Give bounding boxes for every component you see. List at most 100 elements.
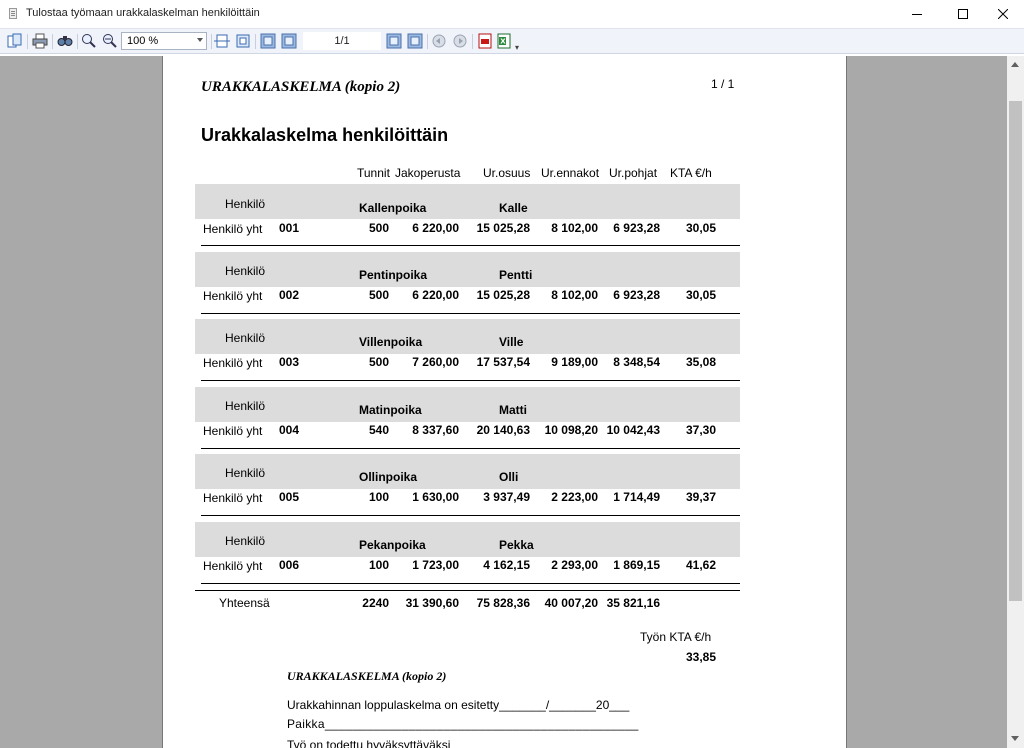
person-urosuus: 20 140,63 bbox=[476, 423, 530, 437]
scroll-thumb[interactable] bbox=[1009, 101, 1022, 601]
person-id: 002 bbox=[279, 288, 300, 302]
person-first-name: Matti bbox=[499, 403, 527, 417]
person-urpohjat: 6 923,28 bbox=[613, 221, 660, 235]
footer-line-3: Työ on todettu hyväksyttäväksi bbox=[287, 738, 451, 748]
henkilo-yht-label: Henkilö yht bbox=[203, 559, 263, 573]
footer-line-1: Urakkahinnan loppulaskelma on esitetty__… bbox=[287, 698, 630, 712]
person-jakoperusta: 7 260,00 bbox=[412, 355, 459, 369]
totals-tunnit: 2240 bbox=[362, 596, 389, 610]
person-last-name: Pekanpoika bbox=[359, 538, 426, 552]
person-tunnit: 540 bbox=[368, 423, 389, 437]
close-button[interactable] bbox=[980, 0, 1024, 28]
person-tunnit: 500 bbox=[368, 288, 389, 302]
person-band bbox=[195, 522, 740, 557]
person-kta: 30,05 bbox=[685, 288, 716, 302]
page-indicator[interactable]: 1/1 bbox=[303, 32, 381, 50]
toolbar-overflow-icon[interactable]: ▾ bbox=[515, 43, 519, 52]
person-last-name: Matinpoika bbox=[359, 403, 422, 417]
excel-export-icon[interactable]: X bbox=[495, 32, 513, 50]
person-tunnit: 500 bbox=[368, 355, 389, 369]
print-icon[interactable] bbox=[31, 32, 49, 50]
person-urennakot: 9 189,00 bbox=[551, 355, 598, 369]
row-divider bbox=[201, 313, 740, 314]
find-icon[interactable] bbox=[56, 32, 74, 50]
person-urpohjat: 1 714,49 bbox=[613, 490, 660, 504]
person-urpohjat: 6 923,28 bbox=[613, 288, 660, 302]
person-first-name: Ville bbox=[499, 335, 524, 349]
zoom-select[interactable]: 100 % bbox=[121, 32, 207, 50]
report-page: URAKKALASKELMA (kopio 2) 1 / 1 Urakkalas… bbox=[162, 56, 847, 748]
scroll-down-icon[interactable] bbox=[1011, 736, 1019, 741]
person-urosuus: 15 025,28 bbox=[476, 288, 530, 302]
person-id: 004 bbox=[279, 423, 300, 437]
person-urpohjat: 8 348,54 bbox=[613, 355, 660, 369]
person-kta: 35,08 bbox=[685, 355, 716, 369]
page-setup-icon[interactable] bbox=[6, 32, 24, 50]
person-last-name: Kallenpoika bbox=[359, 201, 427, 215]
toolbar: 100 % 1/1 X ▾ bbox=[0, 28, 1024, 54]
person-jakoperusta: 6 220,00 bbox=[412, 221, 459, 235]
previous-page-icon[interactable] bbox=[280, 32, 298, 50]
person-first-name: Pentti bbox=[499, 268, 533, 282]
col-header-urosuus: Ur.osuus bbox=[483, 166, 531, 180]
vertical-scrollbar[interactable] bbox=[1007, 56, 1024, 748]
person-urpohjat: 1 869,15 bbox=[613, 558, 660, 572]
person-jakoperusta: 1 723,00 bbox=[412, 558, 459, 572]
henkilo-yht-label: Henkilö yht bbox=[203, 424, 263, 438]
tyon-kta-label: Työn KTA €/h bbox=[640, 630, 712, 644]
col-header-urennakot: Ur.ennakot bbox=[541, 166, 600, 180]
person-last-name: Villenpoika bbox=[359, 335, 423, 349]
person-tunnit: 500 bbox=[368, 221, 389, 235]
window-title: Tulostaa työmaan urakkalaskelman henkilö… bbox=[26, 7, 260, 19]
title-bar: Tulostaa työmaan urakkalaskelman henkilö… bbox=[0, 0, 1024, 28]
person-band bbox=[195, 387, 740, 422]
footer-title: URAKKALASKELMA (kopio 2) bbox=[287, 669, 447, 683]
report-header-title: URAKKALASKELMA (kopio 2) bbox=[201, 79, 401, 95]
tyon-kta-value: 33,85 bbox=[685, 650, 716, 664]
totals-urennakot: 40 007,20 bbox=[544, 596, 598, 610]
back-icon[interactable] bbox=[430, 32, 448, 50]
minimize-button[interactable] bbox=[894, 0, 940, 28]
person-band bbox=[195, 184, 740, 219]
henkilo-label: Henkilö bbox=[225, 399, 266, 413]
totals-divider bbox=[195, 590, 740, 591]
henkilo-label: Henkilö bbox=[225, 534, 266, 548]
row-divider bbox=[201, 380, 740, 381]
person-band bbox=[195, 454, 740, 489]
last-page-icon[interactable] bbox=[406, 32, 424, 50]
henkilo-yht-label: Henkilö yht bbox=[203, 222, 263, 236]
person-id: 006 bbox=[279, 558, 300, 572]
page-number: 1 / 1 bbox=[711, 77, 735, 91]
person-last-name: Ollinpoika bbox=[359, 470, 418, 484]
zoom-out-icon[interactable] bbox=[101, 32, 119, 50]
person-urennakot: 8 102,00 bbox=[551, 288, 598, 302]
person-tunnit: 100 bbox=[368, 558, 389, 572]
henkilo-yht-label: Henkilö yht bbox=[203, 491, 263, 505]
col-header-urpohjat: Ur.pohjat bbox=[609, 166, 658, 180]
footer-line-2: Paikka__________________________________… bbox=[287, 717, 639, 731]
pdf-export-icon[interactable] bbox=[476, 32, 494, 50]
row-divider bbox=[201, 245, 740, 246]
next-page-icon[interactable] bbox=[385, 32, 403, 50]
person-last-name: Pentinpoika bbox=[359, 268, 428, 282]
person-kta: 41,62 bbox=[685, 558, 716, 572]
col-header-kta: KTA €/h bbox=[670, 166, 712, 180]
scroll-up-icon[interactable] bbox=[1011, 62, 1019, 67]
first-page-icon[interactable] bbox=[259, 32, 277, 50]
person-urennakot: 10 098,20 bbox=[544, 423, 598, 437]
henkilo-label: Henkilö bbox=[225, 264, 266, 278]
forward-icon[interactable] bbox=[451, 32, 469, 50]
zoom-value: 100 % bbox=[127, 35, 159, 47]
person-urpohjat: 10 042,43 bbox=[606, 423, 660, 437]
page-width-icon[interactable] bbox=[213, 32, 231, 50]
whole-page-icon[interactable] bbox=[234, 32, 252, 50]
zoom-in-icon[interactable] bbox=[80, 32, 98, 50]
person-urennakot: 2 293,00 bbox=[551, 558, 598, 572]
henkilo-label: Henkilö bbox=[225, 466, 266, 480]
col-header-tunnit: Tunnit bbox=[357, 166, 390, 180]
person-urosuus: 3 937,49 bbox=[483, 490, 530, 504]
person-id: 005 bbox=[279, 490, 300, 504]
row-divider bbox=[201, 583, 740, 584]
svg-text:X: X bbox=[500, 38, 506, 46]
person-jakoperusta: 6 220,00 bbox=[412, 288, 459, 302]
